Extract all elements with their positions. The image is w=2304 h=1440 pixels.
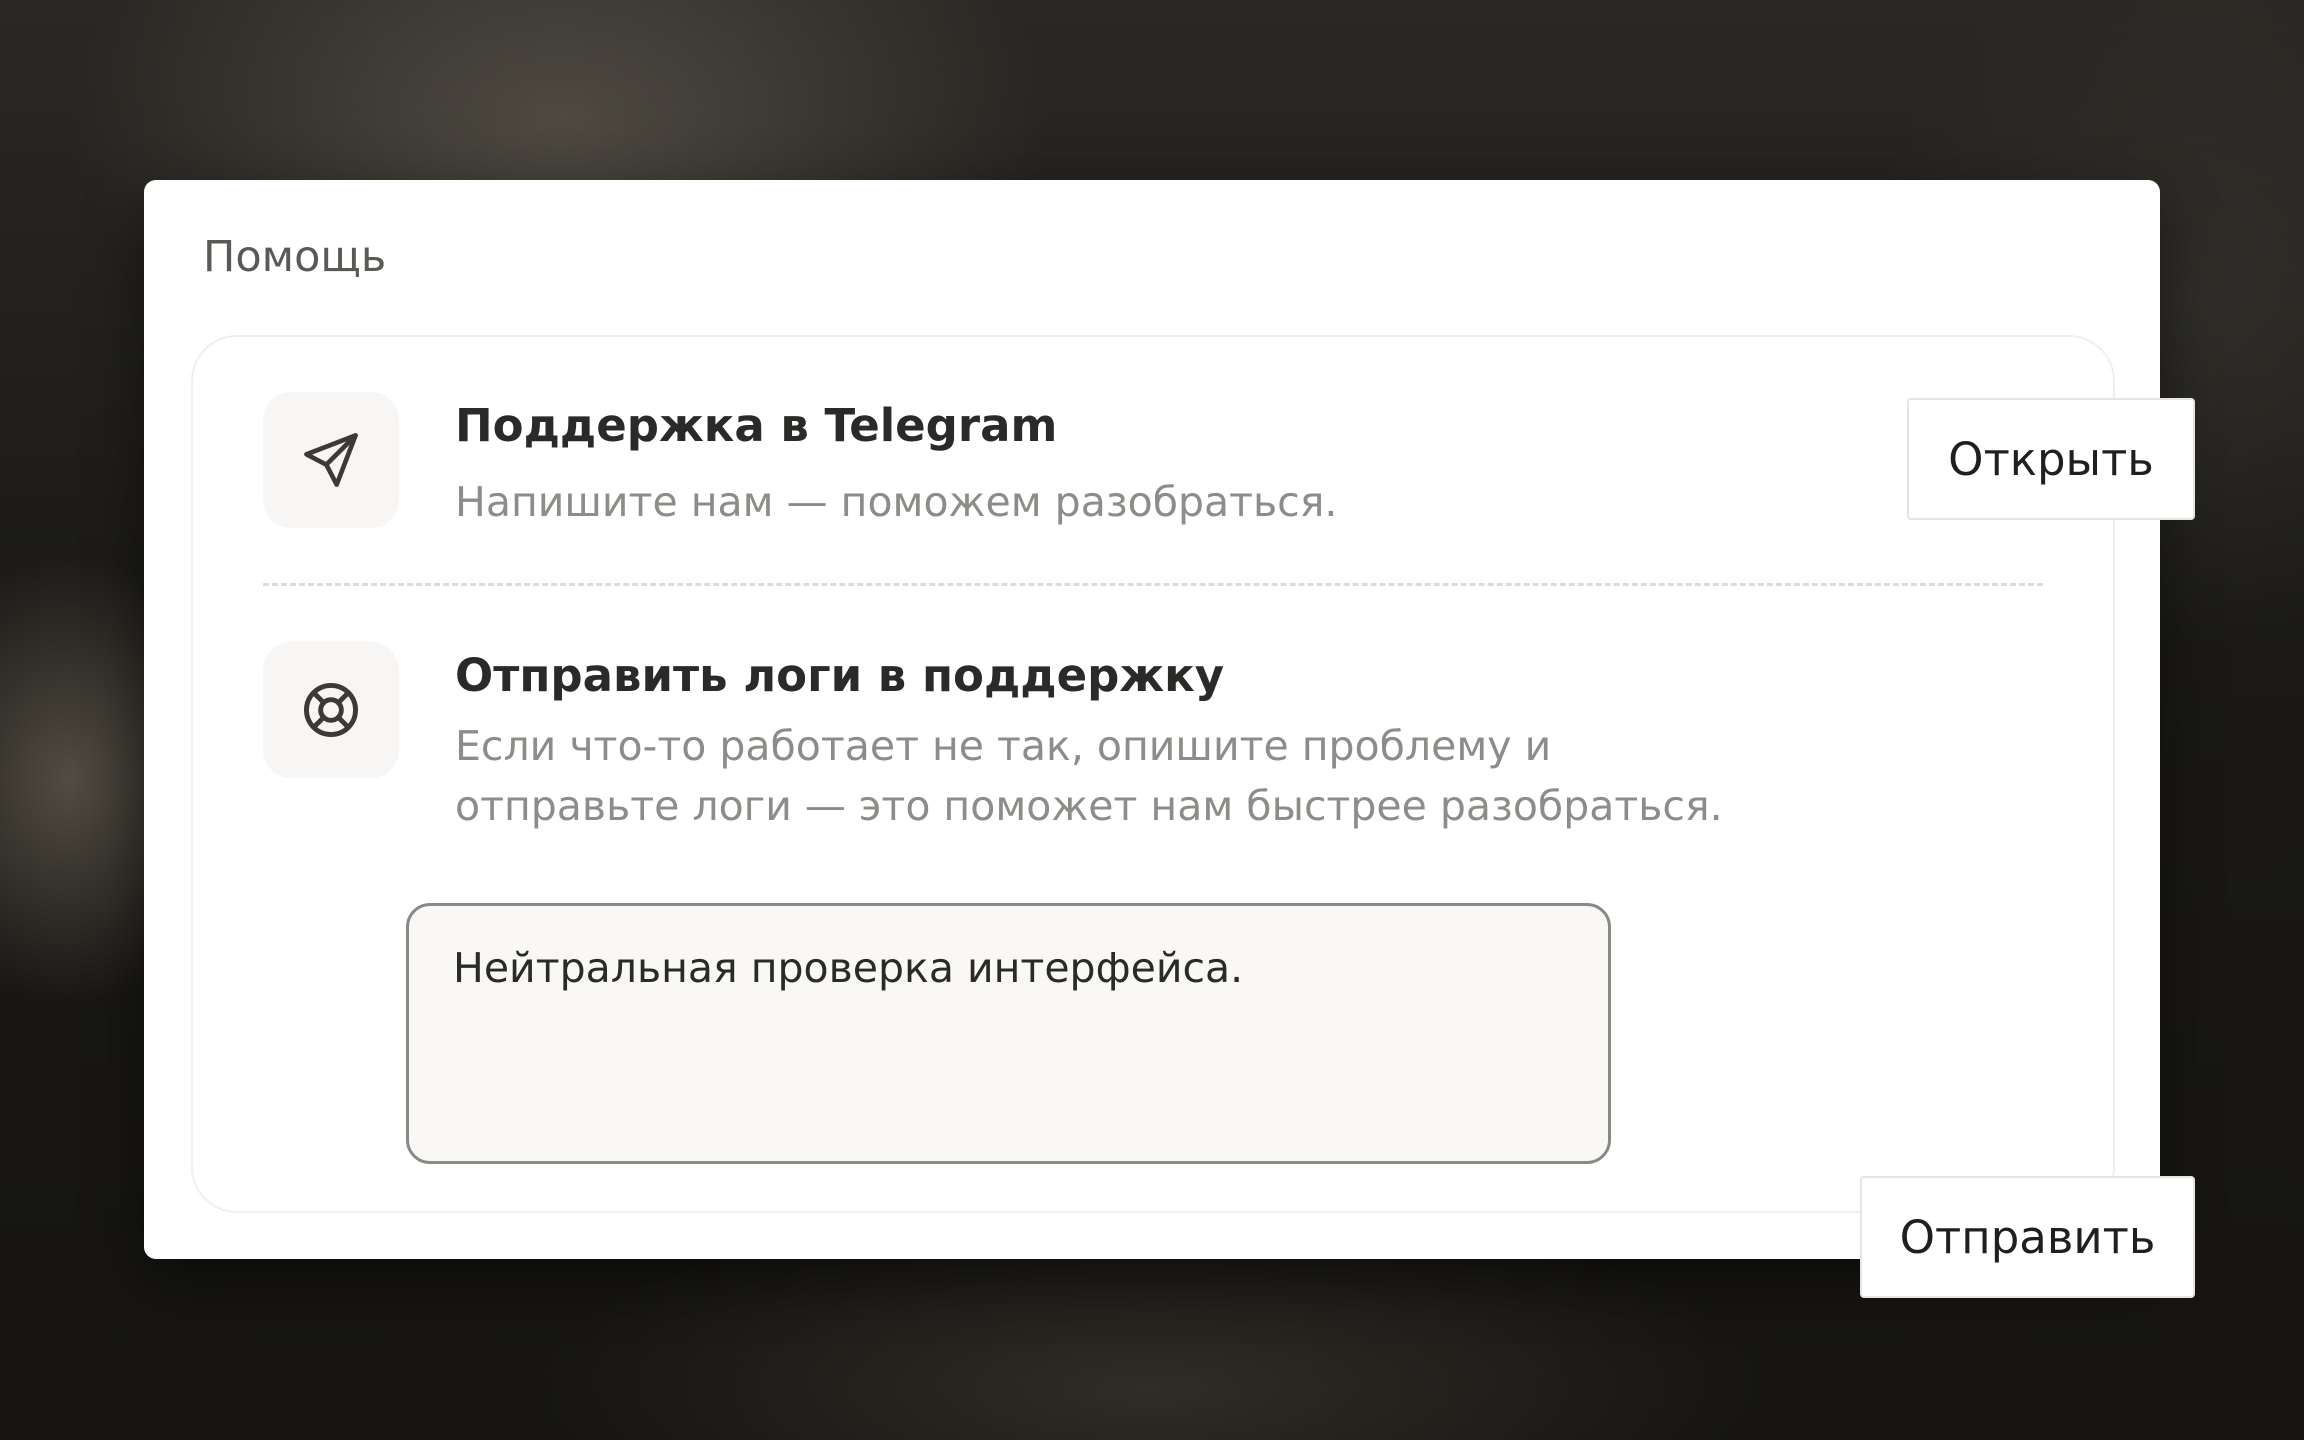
send-logs-button[interactable]: Отправить (1860, 1176, 2195, 1298)
send-logs-description: Если что-то работает не так, опишите про… (455, 716, 1723, 836)
lifebuoy-icon (304, 683, 358, 737)
send-icon (304, 433, 358, 487)
telegram-support-title: Поддержка в Telegram (455, 399, 1058, 452)
telegram-icon-box (263, 392, 399, 528)
send-logs-description-line-1: Если что-то работает не так, опишите про… (455, 722, 1552, 770)
open-telegram-button[interactable]: Открыть (1907, 398, 2195, 520)
help-modal: Помощь Поддержка в Telegram Напишите нам… (144, 180, 2195, 1298)
problem-description-input[interactable]: Нейтральная проверка интерфейса. (406, 903, 1611, 1164)
telegram-support-description: Напишите нам — поможем разобраться. (455, 478, 1338, 526)
section-title: Помощь (203, 232, 387, 282)
send-logs-title: Отправить логи в поддержку (455, 649, 1225, 702)
send-logs-description-line-2: отправьте логи — это поможет нам быстрее… (455, 782, 1723, 830)
telegram-support-row: Поддержка в Telegram Напишите нам — помо… (193, 337, 2195, 583)
logs-icon-box (263, 642, 399, 778)
